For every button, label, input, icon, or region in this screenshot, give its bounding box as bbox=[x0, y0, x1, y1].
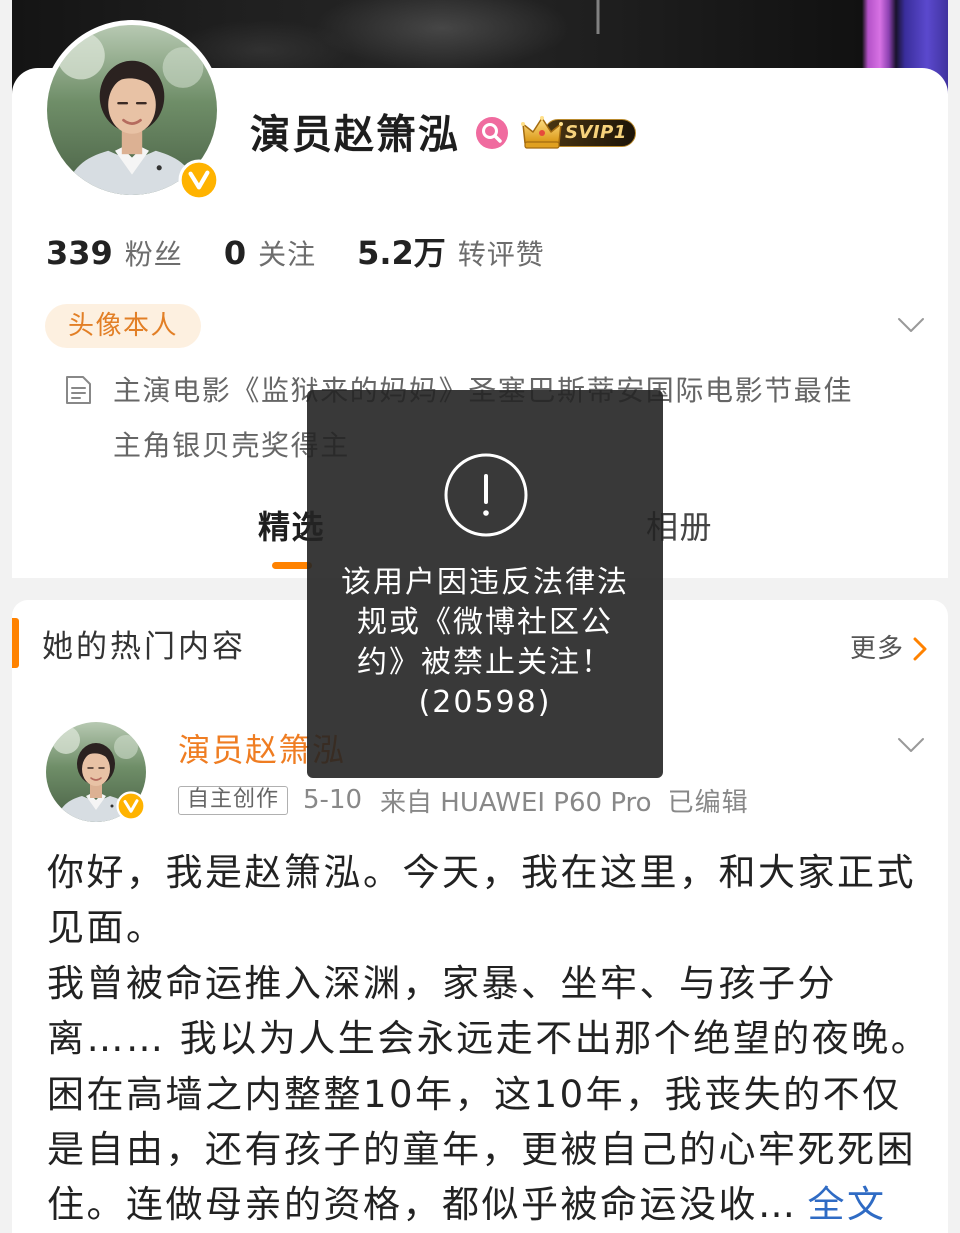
stat-value: 0 bbox=[223, 234, 247, 272]
stat-following[interactable]: 0 关注 bbox=[224, 230, 316, 278]
post-date: 5-10 bbox=[303, 785, 363, 815]
toast-line: 规或《微博社区公 bbox=[357, 605, 613, 640]
stat-label: 转评赞 bbox=[457, 238, 545, 271]
stat-fans[interactable]: 339 粉丝 bbox=[46, 230, 183, 278]
post-text-line: 是自由，还有孩子的童年，更被自己的心牢死死困 bbox=[47, 1128, 916, 1172]
section-accent-bar bbox=[12, 618, 19, 668]
post-text-line: 离…… 我以为人生会永远走不出那个绝望的夜晚。 bbox=[47, 1017, 931, 1061]
post-text-fragment: 住。连做母亲的资格，都似乎被命运没收… bbox=[47, 1183, 798, 1227]
chevron-down-icon[interactable] bbox=[897, 736, 925, 754]
svip-badge[interactable]: SVIP1 bbox=[520, 113, 638, 153]
exclamation-circle-icon bbox=[444, 453, 528, 537]
post-text-line: 你好，我是赵箫泓。今天，我在这里，和大家正式 bbox=[47, 851, 916, 894]
post-text-line: 困在高墙之内整整10年，这10年，我丧失的不仅 bbox=[47, 1072, 902, 1116]
toast-error-code: (20598) bbox=[418, 685, 552, 720]
post-text-line: 见面。 bbox=[47, 906, 166, 950]
crown-icon bbox=[521, 116, 563, 149]
stat-label: 粉丝 bbox=[124, 238, 183, 271]
document-icon bbox=[66, 376, 91, 404]
edited-label[interactable]: 已编辑 bbox=[668, 782, 749, 819]
more-button[interactable]: 更多 bbox=[850, 633, 904, 665]
source-tag: 自主创作 bbox=[178, 785, 289, 815]
toast-line: 约》被禁止关注！ bbox=[357, 645, 613, 680]
section-title: 她的热门内容 bbox=[42, 629, 246, 665]
post-device: 来自 HUAWEI P60 Pro bbox=[380, 787, 652, 818]
verified-badge-icon bbox=[116, 791, 146, 821]
post-text-line: 住。连做母亲的资格，都似乎被命运没收… 全文 bbox=[47, 1177, 937, 1232]
profile-name: 演员赵箫泓 bbox=[250, 112, 460, 158]
toast-line: 该用户因违反法律法 bbox=[341, 565, 629, 600]
post-body[interactable]: 你好，我是赵箫泓。今天，我在这里，和大家正式 见面。 我曾被命运推入深渊，家暴、… bbox=[47, 845, 937, 1233]
post-text-line: 我曾被命运推入深渊，家暴、坐牢、与孩子分 bbox=[47, 961, 837, 1005]
profile-tag: 头像本人 bbox=[45, 304, 201, 348]
stat-label: 关注 bbox=[258, 238, 317, 271]
chevron-right-icon[interactable] bbox=[912, 637, 928, 661]
chevron-down-icon[interactable] bbox=[897, 316, 925, 334]
stat-engagement[interactable]: 5.2万 转评赞 bbox=[357, 230, 545, 278]
follow-blocked-toast: 该用户因违反法律法 规或《微博社区公 约》被禁止关注！ (20598) bbox=[307, 390, 663, 778]
full-text-link[interactable]: 全文 bbox=[808, 1183, 887, 1226]
profile-stats: 339 粉丝 0 关注 5.2万 转评赞 bbox=[46, 230, 545, 276]
toast-message: 该用户因违反法律法 规或《微博社区公 约》被禁止关注！ (20598) bbox=[307, 563, 663, 723]
stat-value: 339 bbox=[46, 234, 113, 272]
magnifier-icon[interactable] bbox=[475, 116, 509, 150]
verified-badge-icon bbox=[178, 159, 220, 201]
post-meta: 自主创作 5-10 来自 HUAWEI P60 Pro 已编辑 bbox=[178, 785, 749, 818]
active-tab-indicator bbox=[272, 562, 312, 569]
stat-value: 5.2万 bbox=[357, 234, 446, 272]
